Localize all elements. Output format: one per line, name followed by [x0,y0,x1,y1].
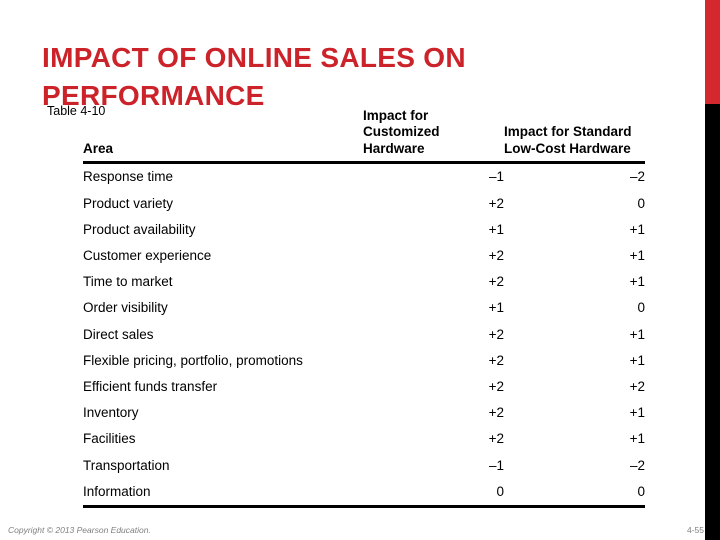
table-row: Response time –1 –2 [83,163,645,191]
table-row: Time to market +2 +1 [83,269,645,295]
table-cell-area: Efficient funds transfer [83,379,218,395]
table-cell-customized: +2 [488,195,504,211]
table-cell-area: Direct sales [83,326,154,342]
footer-page-number: 4-55 [687,525,705,535]
table-cell-customized: +2 [488,274,504,290]
table-header: Area Impact for Customized Hardware Impa… [83,108,645,165]
table-cell-area: Product variety [83,195,174,211]
table-cell-customized: +2 [488,379,504,395]
table-row: Information 0 0 [83,478,645,509]
table-cell-customized: +2 [488,431,504,447]
right-edge-black-bar [705,104,720,540]
table-cell-standard: +1 [629,221,645,237]
table-body: Response time –1 –2 Product variety +2 0 Produ… [83,163,645,509]
table-cell-customized: +1 [488,221,504,237]
table-cell-standard: 0 [637,195,645,211]
table-cell-customized: +2 [488,405,504,421]
table-cell-standard: –2 [629,457,645,473]
table-row: Transportation –1 –2 [83,453,645,479]
table-cell-area: Time to market [83,274,173,290]
table-cell-customized: –1 [488,169,504,185]
table-cell-standard: 0 [504,478,645,509]
table-row: Direct sales +2 +1 [83,322,645,348]
page-title: IMPACT OF ONLINE SALES ON PERFORMANCE [42,41,466,111]
footer-copyright: Copyright © 2013 Pearson Education. [8,525,151,535]
table-cell-area: Inventory [83,405,139,421]
table-cell-standard: +2 [629,379,645,395]
table-cell-standard: +1 [629,431,645,447]
table-row: Customer experience +2 +1 [83,243,645,269]
table-cell-area: Information [83,478,363,509]
table-row: Product variety +2 0 [83,191,645,217]
column-header-area-label: Area [83,140,114,156]
table-cell-customized: +2 [488,248,504,264]
column-header-standard-label: Impact for Standard Low-Cost Hardware [504,124,632,156]
table-row: Flexible pricing, portfolio, promotions +… [83,348,645,374]
table-cell-area: Product availability [83,221,196,237]
column-header-standard: Impact for Standard Low-Cost Hardware [504,108,645,165]
table-cell-standard: +1 [629,326,645,342]
table-cell-standard: +1 [629,352,645,368]
table-cell-standard: +1 [629,248,645,264]
table-cell-area: Flexible pricing, portfolio, promotions [83,352,303,368]
table-cell-standard: +1 [629,405,645,421]
table-cell-standard: –2 [629,169,645,185]
table-cell-area: Response time [83,169,174,185]
table-cell-area: Transportation [83,457,170,473]
table-cell-area: Facilities [83,431,136,447]
table-cell-customized: +2 [488,352,504,368]
column-header-area: Area [83,108,363,165]
table-row: Facilities +2 +1 [83,426,645,452]
column-header-customized: Impact for Customized Hardware [363,108,504,165]
table-cell-customized: +2 [488,326,504,342]
table-row: Efficient funds transfer +2 +2 [83,374,645,400]
table-row: Order visibility +1 0 [83,295,645,321]
table-cell-customized: +1 [488,300,504,316]
table-cell-area: Order visibility [83,300,168,316]
table-cell-customized: –1 [488,457,504,473]
right-edge-red-bar [705,0,720,104]
table-cell-customized: 0 [363,478,504,509]
column-header-customized-label: Impact for Customized Hardware [363,108,440,156]
table-cell-standard: +1 [629,274,645,290]
table-row: Inventory +2 +1 [83,400,645,426]
table-cell-standard: 0 [637,300,645,316]
table-row: Product availability +1 +1 [83,217,645,243]
table-header-row: Area Impact for Customized Hardware Impa… [83,108,645,165]
impact-table: Area Impact for Customized Hardware Impa… [83,108,645,509]
table-cell-area: Customer experience [83,248,212,264]
